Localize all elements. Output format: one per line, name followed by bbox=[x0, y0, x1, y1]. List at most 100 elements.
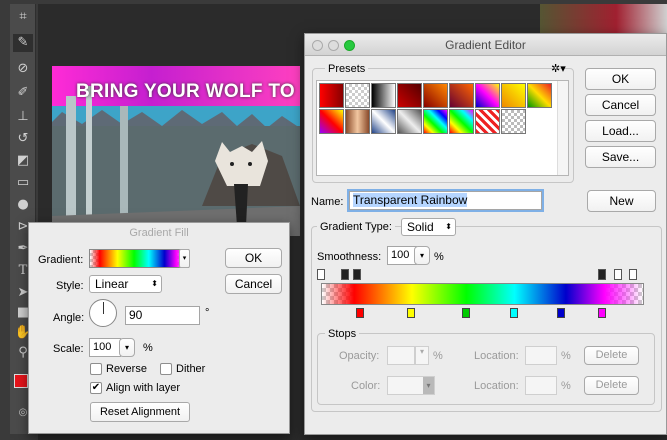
foreground-color-swatch[interactable] bbox=[14, 374, 28, 388]
preset-swatch[interactable] bbox=[345, 83, 370, 108]
load-button[interactable]: Load... bbox=[585, 120, 656, 142]
angle-dial-needle-icon bbox=[103, 302, 104, 314]
scale-label: Scale: bbox=[53, 343, 84, 355]
color-stop[interactable] bbox=[598, 308, 606, 318]
color-label: Color: bbox=[351, 380, 381, 392]
delete-color-stop-button[interactable]: Delete bbox=[584, 376, 639, 395]
angle-dial[interactable] bbox=[89, 299, 117, 327]
ok-button[interactable]: OK bbox=[585, 68, 656, 90]
reset-alignment-button[interactable]: Reset Alignment bbox=[90, 402, 190, 422]
preset-swatch[interactable] bbox=[449, 109, 474, 134]
preset-swatch[interactable] bbox=[527, 83, 552, 108]
gradient-dropdown-icon[interactable]: ▾ bbox=[179, 249, 190, 268]
preset-swatch[interactable] bbox=[423, 83, 448, 108]
gradient-editor-titlebar: Gradient Editor bbox=[305, 34, 666, 56]
dither-label: Dither bbox=[176, 363, 206, 375]
color-stop[interactable] bbox=[557, 308, 565, 318]
opacity-dropdown-icon: ▾ bbox=[415, 346, 429, 365]
dialog-title: Gradient Editor bbox=[445, 38, 526, 52]
opacity-stop[interactable] bbox=[598, 269, 606, 280]
select-arrows-icon: ⬍ bbox=[445, 222, 452, 231]
gradient-icon[interactable]: ▭ bbox=[13, 174, 33, 192]
preset-swatch[interactable] bbox=[475, 83, 500, 108]
angle-label: Angle: bbox=[53, 312, 85, 324]
presets-scrollbar[interactable] bbox=[557, 81, 568, 175]
align-with-layer-checkbox[interactable]: ✔ bbox=[90, 382, 102, 394]
preset-swatch[interactable] bbox=[371, 83, 396, 108]
eraser-icon[interactable]: ◩ bbox=[13, 152, 33, 170]
save-button[interactable]: Save... bbox=[585, 146, 656, 168]
preset-swatch[interactable] bbox=[345, 109, 370, 134]
color-stop[interactable] bbox=[356, 308, 364, 318]
presets-list[interactable] bbox=[316, 80, 569, 176]
opacity-stop[interactable] bbox=[614, 269, 622, 280]
eyedropper-icon[interactable]: ✎ bbox=[13, 34, 33, 52]
opacity-field bbox=[387, 346, 415, 365]
preset-swatch[interactable] bbox=[501, 109, 526, 134]
ok-button[interactable]: OK bbox=[225, 248, 282, 268]
scale-dropdown-icon[interactable]: ▾ bbox=[119, 338, 135, 357]
presets-gear-icon[interactable]: ✲▾ bbox=[551, 62, 566, 75]
stops-label: Stops bbox=[325, 328, 360, 340]
color-dropdown-icon: ▾ bbox=[423, 377, 434, 394]
history-brush-icon[interactable]: ↺ bbox=[13, 130, 33, 148]
blur-icon[interactable]: ● bbox=[13, 196, 33, 214]
gradient-fill-dialog: Gradient Fill Gradient: ▾ OK Cancel Styl… bbox=[28, 222, 290, 434]
smoothness-field[interactable]: 100 bbox=[387, 246, 417, 265]
smoothness-dropdown-icon[interactable]: ▾ bbox=[414, 246, 430, 265]
background-layer-strip bbox=[540, 4, 667, 34]
opacity-location-label: Location: bbox=[474, 350, 519, 362]
crop-icon[interactable]: ⌗ bbox=[13, 8, 33, 26]
cancel-button[interactable]: Cancel bbox=[585, 94, 656, 116]
cancel-button[interactable]: Cancel bbox=[225, 274, 282, 294]
color-stop[interactable] bbox=[462, 308, 470, 318]
preset-swatch[interactable] bbox=[319, 109, 344, 134]
style-select[interactable]: Linear ⬍ bbox=[89, 275, 162, 293]
opacity-stop[interactable] bbox=[317, 269, 325, 280]
smoothness-percent: % bbox=[434, 251, 444, 263]
brush-icon[interactable]: ✐ bbox=[13, 84, 33, 102]
reverse-label: Reverse bbox=[106, 363, 147, 375]
color-stop[interactable] bbox=[510, 308, 518, 318]
opacity-location-field bbox=[525, 346, 557, 365]
gradient-picker[interactable] bbox=[89, 249, 189, 268]
close-window-icon[interactable] bbox=[312, 40, 323, 51]
scale-percent: % bbox=[143, 342, 153, 354]
preset-swatch[interactable] bbox=[397, 109, 422, 134]
preset-swatch[interactable] bbox=[423, 109, 448, 134]
opacity-stop[interactable] bbox=[341, 269, 349, 280]
gradient-label: Gradient: bbox=[38, 254, 84, 266]
degree-symbol: ° bbox=[205, 307, 210, 319]
gradient-preview-bar[interactable] bbox=[321, 283, 644, 305]
minimize-window-icon[interactable] bbox=[328, 40, 339, 51]
preset-swatch[interactable] bbox=[501, 83, 526, 108]
gradient-type-select[interactable]: Solid ⬍ bbox=[401, 218, 456, 236]
color-location-field bbox=[525, 376, 557, 395]
new-button[interactable]: New bbox=[587, 190, 656, 212]
preset-swatch[interactable] bbox=[475, 109, 500, 134]
presets-label: Presets bbox=[325, 63, 369, 75]
preset-swatch[interactable] bbox=[371, 109, 396, 134]
dither-checkbox[interactable] bbox=[160, 363, 172, 375]
name-label: Name: bbox=[311, 196, 344, 208]
scale-field[interactable]: 100 bbox=[89, 338, 121, 357]
opacity-location-percent: % bbox=[561, 350, 571, 362]
preset-swatch[interactable] bbox=[397, 83, 422, 108]
reverse-checkbox[interactable] bbox=[90, 363, 102, 375]
preset-swatch[interactable] bbox=[319, 83, 344, 108]
spot-healing-icon[interactable]: ⊘ bbox=[13, 60, 33, 78]
color-location-percent: % bbox=[561, 380, 571, 392]
delete-opacity-stop-button[interactable]: Delete bbox=[584, 346, 639, 365]
opacity-percent: % bbox=[433, 350, 443, 362]
color-stop[interactable] bbox=[407, 308, 415, 318]
opacity-stop[interactable] bbox=[629, 269, 637, 280]
opacity-stop[interactable] bbox=[353, 269, 361, 280]
angle-field[interactable]: 90 bbox=[125, 306, 200, 325]
preset-swatch[interactable] bbox=[449, 83, 474, 108]
color-location-label: Location: bbox=[474, 380, 519, 392]
zoom-window-icon[interactable] bbox=[344, 40, 355, 51]
gradient-editor-dialog: Gradient Editor Presets ✲▾ OK Cancel Loa… bbox=[304, 33, 667, 435]
gradient-name-field[interactable]: Transparent Rainbow bbox=[349, 191, 542, 210]
select-arrows-icon: ⬍ bbox=[151, 279, 158, 288]
clone-stamp-icon[interactable]: ⊥ bbox=[13, 108, 33, 126]
